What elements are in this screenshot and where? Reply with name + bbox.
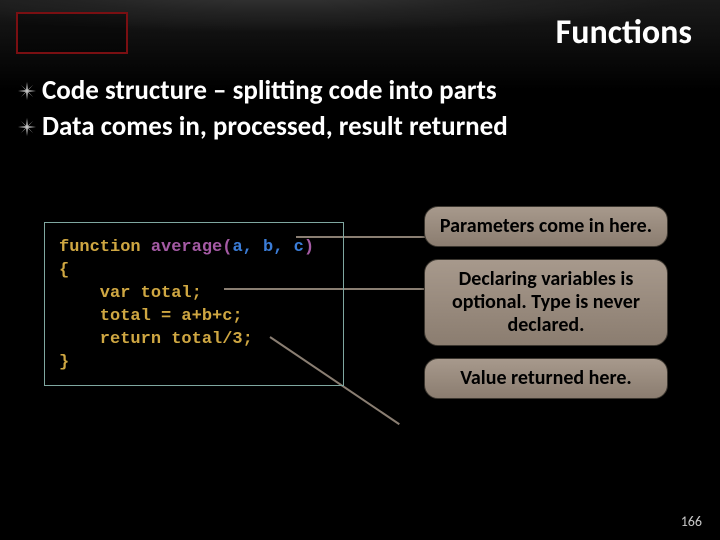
bullet-list: Code structure – splitting code into par… — [18, 74, 508, 146]
code-line: return total/3; — [59, 329, 329, 352]
starburst-icon — [18, 82, 36, 100]
code-fn-close: ) — [304, 238, 314, 257]
callout-group: Parameters come in here. Declaring varia… — [424, 206, 668, 411]
code-line: } — [59, 352, 329, 375]
code-fn: average( — [151, 238, 233, 257]
bullet-text: Code structure – splitting code into par… — [42, 74, 497, 108]
code-line: { — [59, 260, 329, 283]
code-line: function average(a, b, c) — [59, 237, 329, 260]
page-number: 166 — [681, 513, 702, 530]
bullet-item: Code structure – splitting code into par… — [18, 74, 508, 108]
code-params: a, b, c — [232, 238, 303, 257]
starburst-icon — [18, 118, 36, 136]
callout-parameters: Parameters come in here. — [424, 206, 668, 247]
callout-return: Value returned here. — [424, 358, 668, 399]
slide-title: Functions — [556, 12, 692, 53]
code-line: var total; — [59, 283, 329, 306]
code-line: total = a+b+c; — [59, 306, 329, 329]
bullet-item: Data comes in, processed, result returne… — [18, 110, 508, 144]
code-keyword: function — [59, 238, 151, 257]
callout-variables: Declaring variables is optional. Type is… — [424, 259, 668, 346]
code-block: function average(a, b, c) { var total; t… — [44, 222, 344, 386]
logo-placeholder — [16, 12, 128, 54]
bullet-text: Data comes in, processed, result returne… — [42, 110, 508, 144]
